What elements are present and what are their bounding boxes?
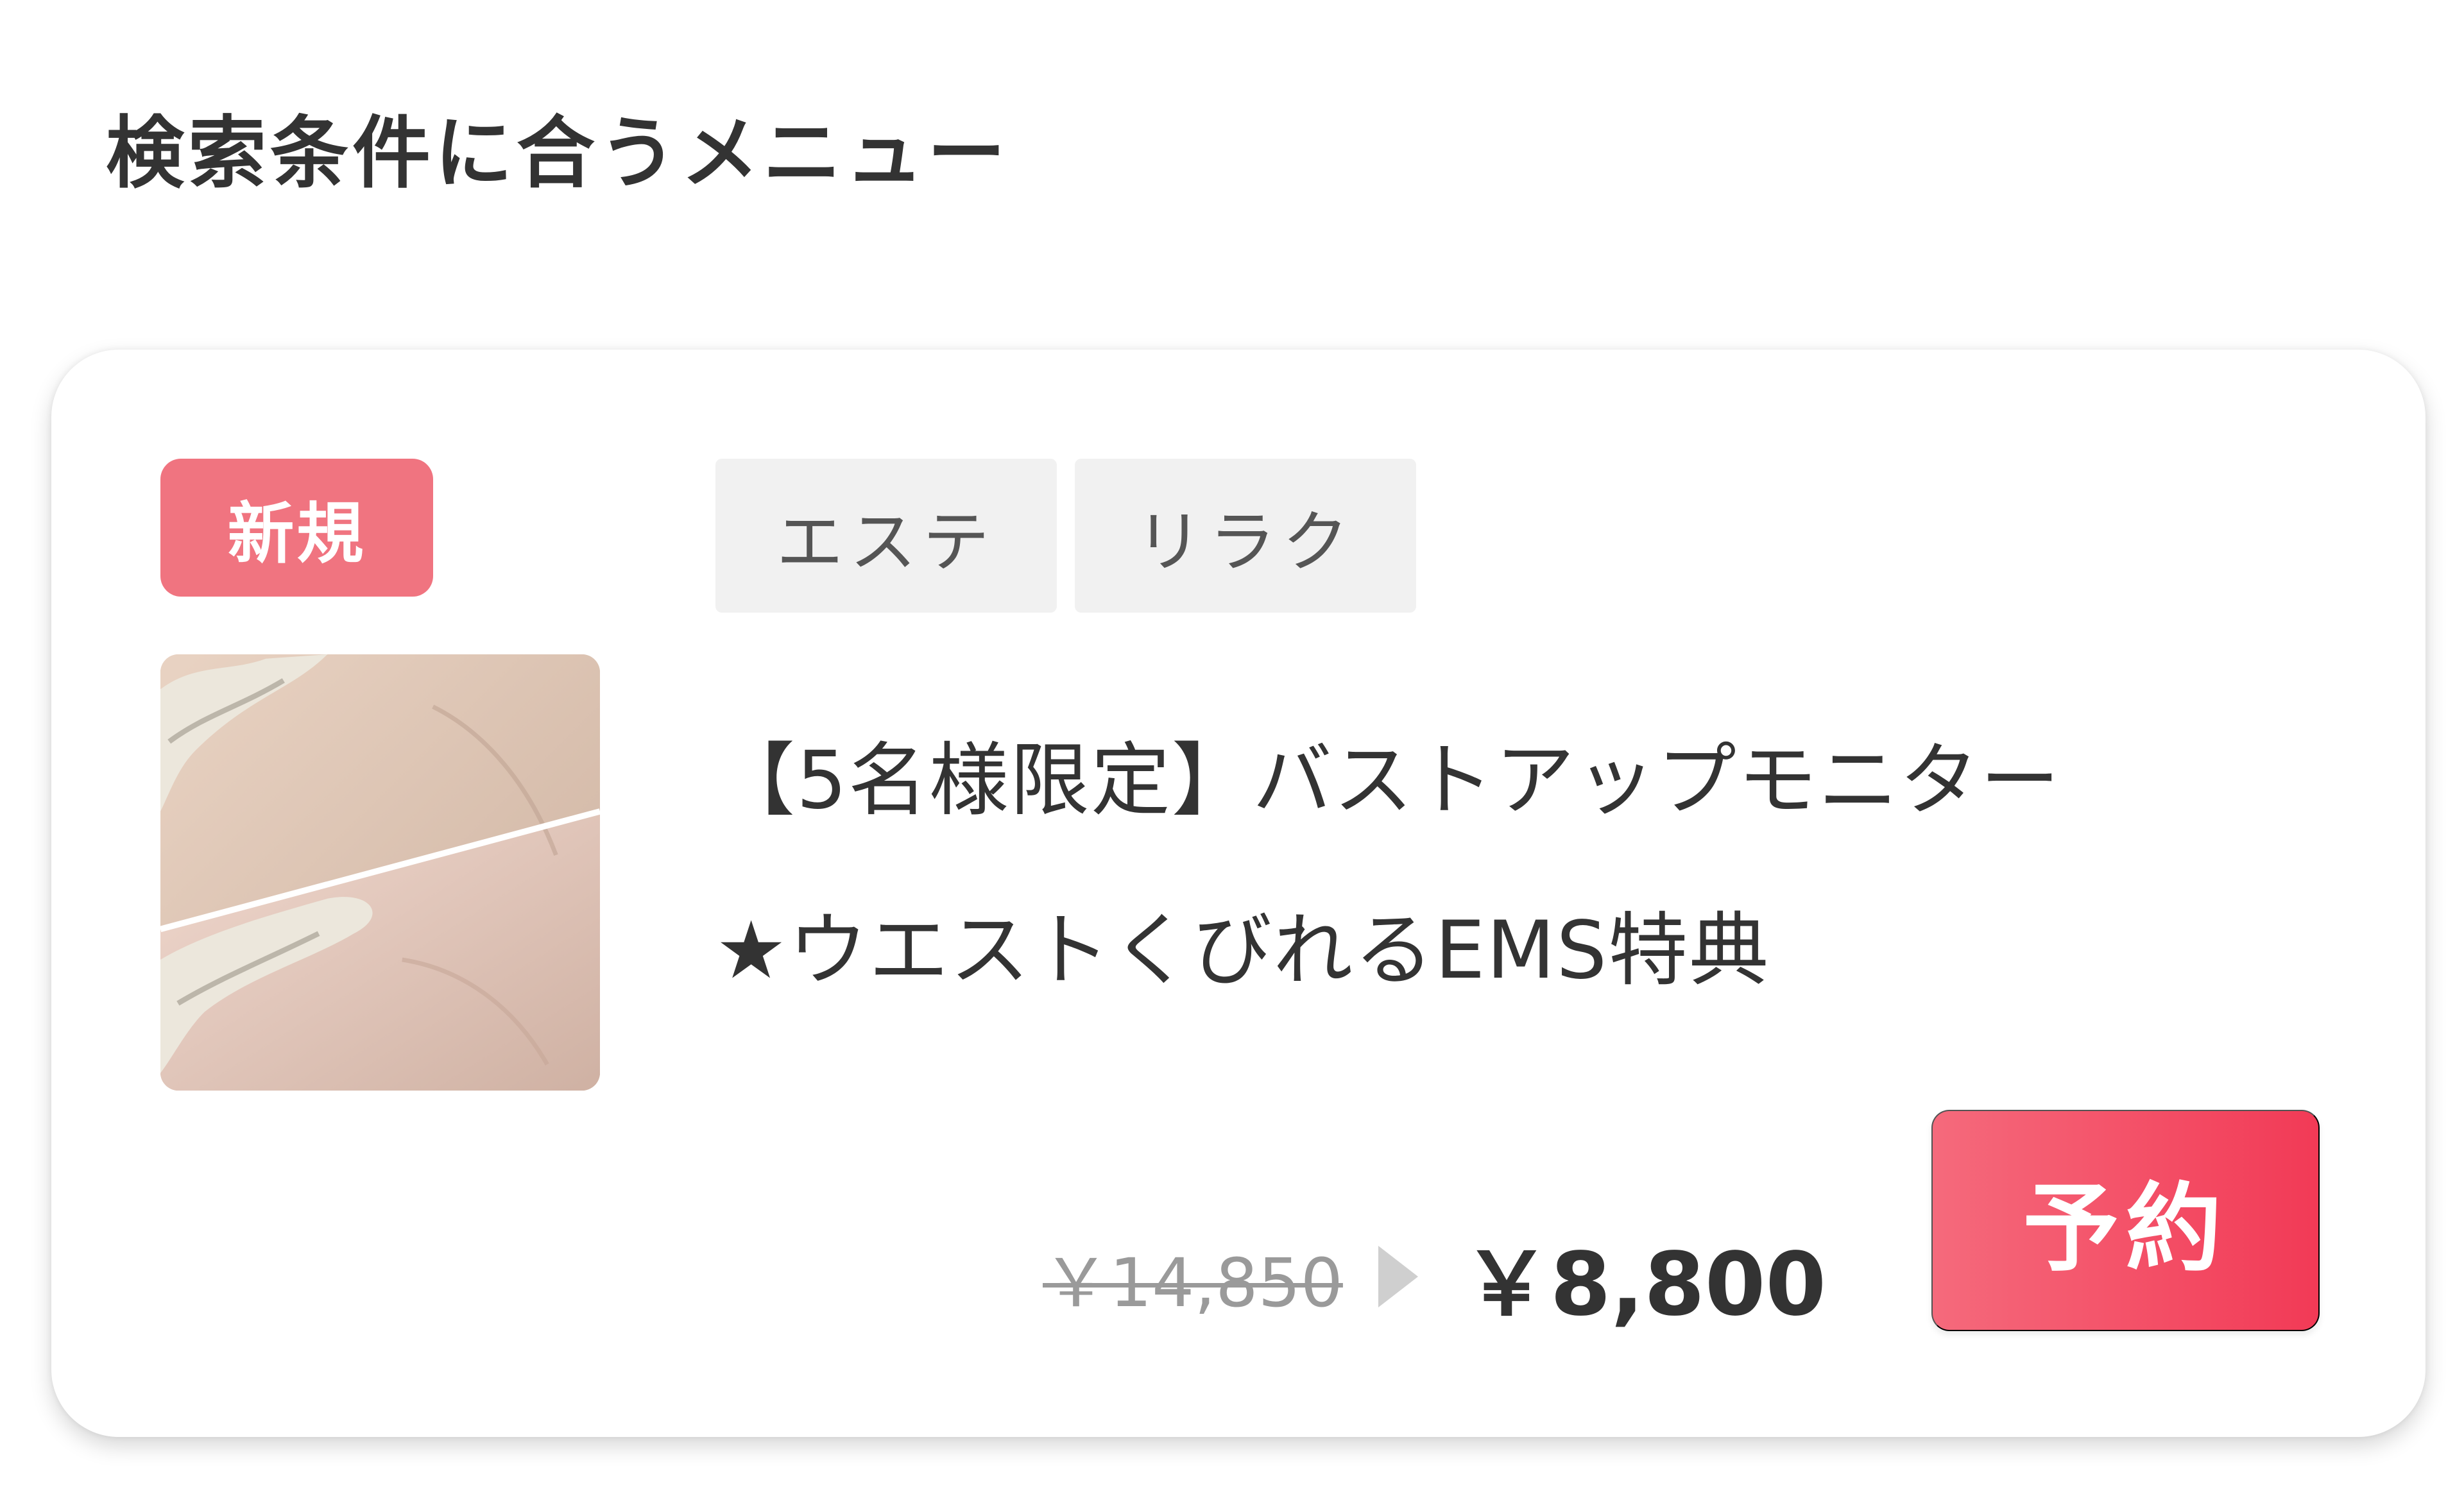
menu-title-line-1: 【5名様限定】バストアップモニター [715,735,2061,827]
tag-esthe: エステ [715,459,1057,613]
menu-thumbnail[interactable] [160,654,600,1091]
product-photo-icon [160,654,600,1091]
menu-title[interactable]: 【5名様限定】バストアップモニター ★ウエストくびれるEMS特典 [715,696,2371,1036]
menu-title-line-2: ★ウエストくびれるEMS特典 [715,905,1770,997]
price-row: ￥14,850 ￥8,800 [1043,1219,1826,1336]
page: 検索条件に合うメニュー 新規 エステ リラク 【5名様限定】バストアップモニター… [0,0,2464,1496]
section-title: 検索条件に合うメニュー [106,108,1009,199]
new-badge: 新規 [160,459,433,597]
tag-relax: リラク [1075,459,1417,613]
current-price: ￥8,800 [1462,1234,1827,1336]
arrow-right-icon [1378,1246,1418,1307]
tag-list: エステ リラク [715,459,1417,613]
reserve-button[interactable]: 予約 [1931,1110,2320,1331]
original-price: ￥14,850 [1043,1243,1343,1322]
menu-card[interactable]: 新規 エステ リラク 【5名様限定】バストアップモニター ★ウエストくびれるEM… [51,350,2426,1437]
